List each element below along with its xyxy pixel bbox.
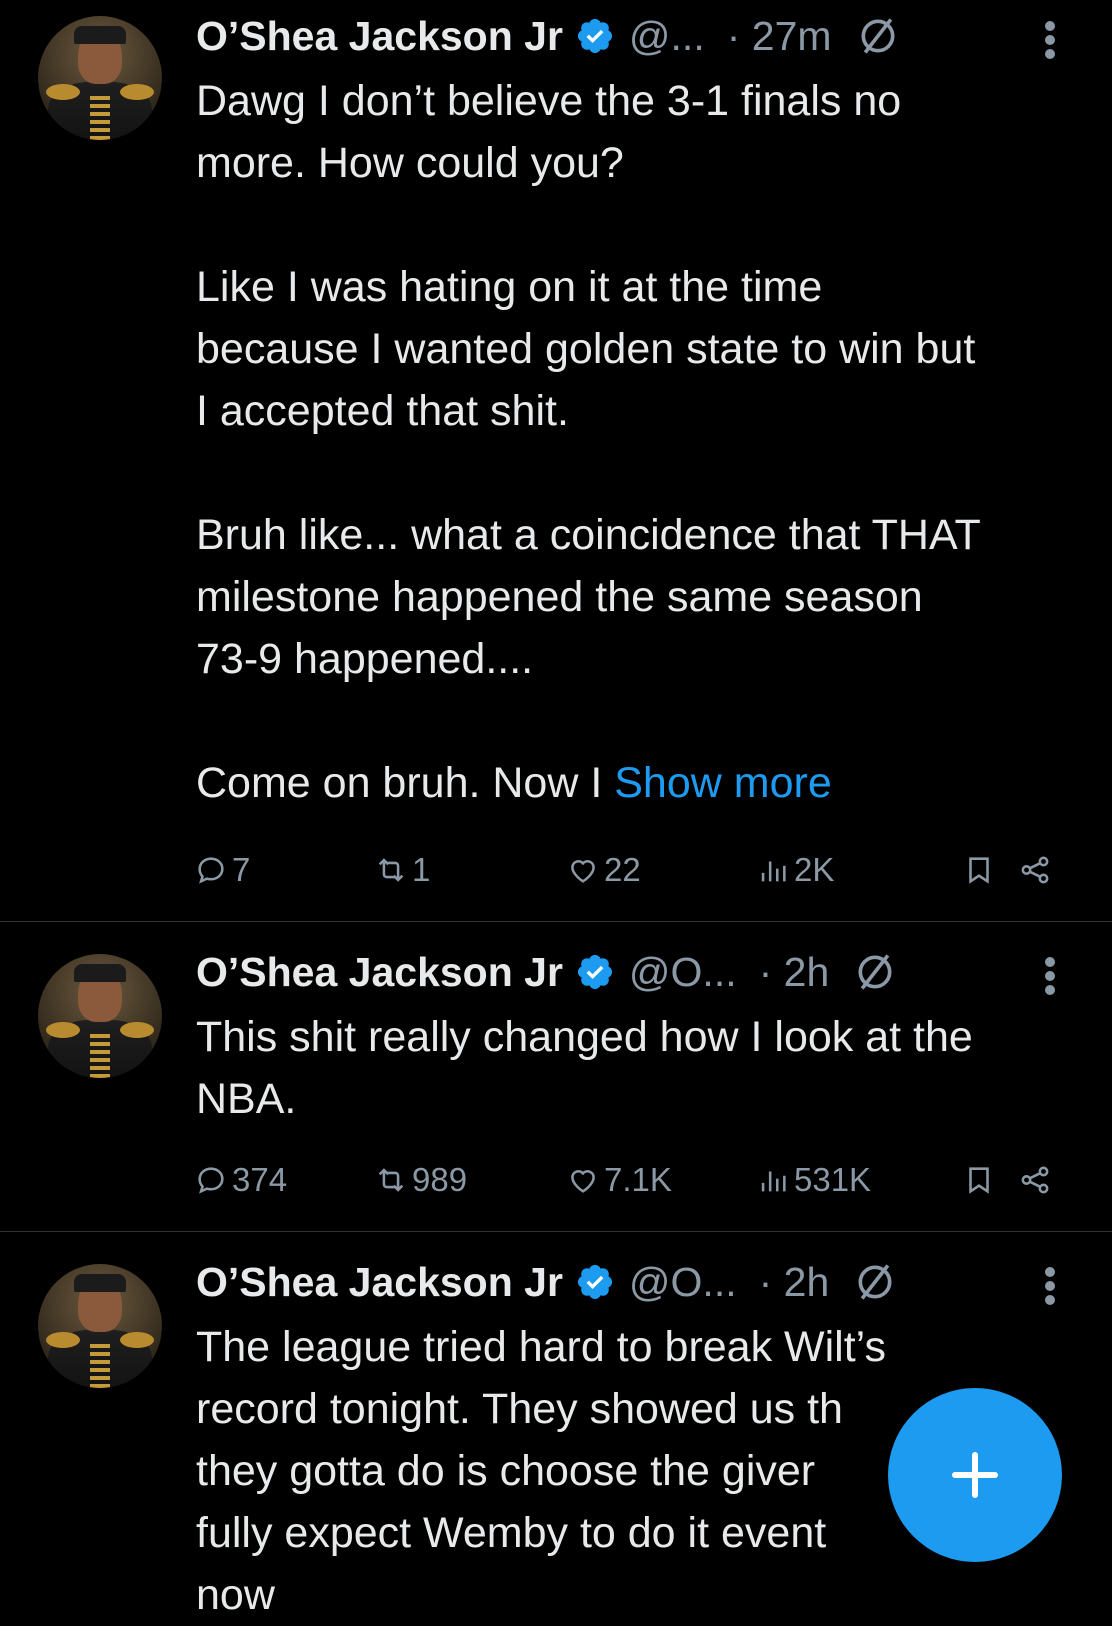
compose-plus-icon bbox=[952, 1452, 998, 1498]
text-line: because I wanted golden state to win but bbox=[196, 325, 976, 373]
text-line: milestone happened the same season bbox=[196, 573, 923, 621]
tweet-time[interactable]: · 2h bbox=[759, 1259, 830, 1306]
repost-button[interactable]: 989 bbox=[374, 1158, 467, 1202]
author-name[interactable]: O’Shea Jackson Jr bbox=[196, 13, 563, 60]
views-count: 531K bbox=[794, 1161, 872, 1198]
text-line: Like I was hating on it at the time bbox=[196, 263, 823, 311]
tweet-time[interactable]: · 2h bbox=[759, 949, 830, 996]
text-line: more. How could you? bbox=[196, 139, 624, 187]
views-button[interactable]: 2K bbox=[756, 848, 834, 892]
verified-badge-icon bbox=[577, 18, 613, 54]
tweet-text: Dawg I don’t believe the 3-1 finals no m… bbox=[196, 70, 1076, 814]
reply-count: 374 bbox=[232, 1161, 288, 1198]
text-line: This shit really changed how I look at t… bbox=[196, 1013, 973, 1061]
like-count: 22 bbox=[604, 851, 641, 888]
share-button[interactable] bbox=[1018, 848, 1056, 892]
author-handle[interactable]: @O... bbox=[629, 949, 737, 996]
repost-icon bbox=[378, 1168, 404, 1192]
bookmark-icon bbox=[969, 857, 989, 884]
views-button[interactable]: 531K bbox=[756, 1158, 871, 1202]
verified-badge-icon bbox=[577, 1264, 613, 1300]
text-line: now bbox=[196, 1571, 275, 1619]
tweet-time[interactable]: · 27m bbox=[727, 13, 832, 60]
compose-button[interactable] bbox=[888, 1388, 1062, 1562]
text-line: I accepted that shit. bbox=[196, 387, 569, 435]
bookmark-button[interactable] bbox=[962, 848, 1000, 892]
more-options-icon[interactable] bbox=[1044, 1266, 1056, 1306]
grok-icon[interactable] bbox=[853, 950, 897, 994]
share-button[interactable] bbox=[1018, 1158, 1056, 1202]
text-line: 73-9 happened.... bbox=[196, 635, 534, 683]
like-icon bbox=[571, 1170, 595, 1193]
repost-icon bbox=[378, 858, 404, 882]
like-button[interactable]: 7.1K bbox=[566, 1158, 672, 1202]
text-line: Bruh like... what a coincidence that THA… bbox=[196, 511, 981, 559]
reply-count: 7 bbox=[232, 851, 251, 888]
grok-icon[interactable] bbox=[856, 14, 900, 58]
show-more-link[interactable]: Show more bbox=[614, 759, 831, 807]
reply-icon bbox=[198, 1167, 224, 1194]
like-count: 7.1K bbox=[604, 1161, 672, 1198]
avatar[interactable] bbox=[38, 954, 162, 1078]
bookmark-button[interactable] bbox=[962, 1158, 1000, 1202]
tweet-header: O’Shea Jackson Jr @... · 27m bbox=[196, 6, 900, 66]
tweet[interactable]: O’Shea Jackson Jr @O... · 2h This shit r… bbox=[0, 922, 1112, 1232]
repost-count: 989 bbox=[412, 1161, 468, 1198]
more-options-icon[interactable] bbox=[1044, 20, 1056, 60]
repost-count: 1 bbox=[412, 851, 431, 888]
reply-button[interactable]: 7 bbox=[194, 848, 250, 892]
views-icon bbox=[761, 1171, 786, 1192]
bookmark-icon bbox=[969, 1167, 989, 1194]
views-count: 2K bbox=[794, 851, 835, 888]
grok-icon[interactable] bbox=[853, 1260, 897, 1304]
tweet-header: O’Shea Jackson Jr @O... · 2h bbox=[196, 1252, 897, 1312]
tweet-header: O’Shea Jackson Jr @O... · 2h bbox=[196, 942, 897, 1002]
tweet-text: This shit really changed how I look at t… bbox=[196, 1006, 1076, 1130]
text-line: Come on bruh. Now I bbox=[196, 759, 615, 807]
action-bar: 7 1 22 2K bbox=[194, 848, 1064, 892]
text-line: Dawg I don’t believe the 3-1 finals no bbox=[196, 77, 902, 125]
share-icon bbox=[1021, 856, 1049, 884]
text-line: NBA. bbox=[196, 1075, 297, 1123]
author-handle[interactable]: @... bbox=[629, 13, 705, 60]
share-icon bbox=[1021, 1166, 1049, 1194]
action-bar: 374 989 7.1K 531K bbox=[194, 1158, 1064, 1202]
tweet[interactable]: O’Shea Jackson Jr @... · 27m Dawg I don’… bbox=[0, 0, 1112, 922]
views-icon bbox=[761, 861, 786, 882]
author-name[interactable]: O’Shea Jackson Jr bbox=[196, 1259, 563, 1306]
author-handle[interactable]: @O... bbox=[629, 1259, 737, 1306]
author-name[interactable]: O’Shea Jackson Jr bbox=[196, 949, 563, 996]
reply-icon bbox=[198, 857, 224, 884]
repost-button[interactable]: 1 bbox=[374, 848, 430, 892]
more-options-icon[interactable] bbox=[1044, 956, 1056, 996]
like-icon bbox=[571, 860, 595, 883]
verified-badge-icon bbox=[577, 954, 613, 990]
text-line: The league tried hard to break Wilt’s bbox=[196, 1323, 886, 1371]
avatar[interactable] bbox=[38, 1264, 162, 1388]
reply-button[interactable]: 374 bbox=[194, 1158, 287, 1202]
like-button[interactable]: 22 bbox=[566, 848, 641, 892]
avatar[interactable] bbox=[38, 16, 162, 140]
